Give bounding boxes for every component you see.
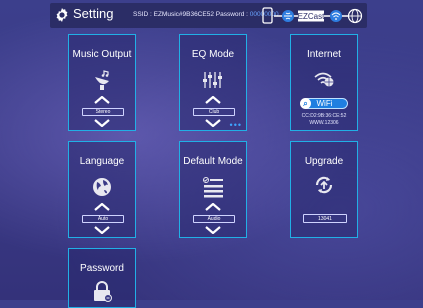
network-status-diagram: EZCast [262, 7, 363, 24]
page-title: Setting [73, 6, 114, 21]
card-label: Default Mode [183, 156, 243, 167]
list-icon [203, 177, 223, 198]
more-dots-icon: ••• [229, 120, 242, 130]
search-icon: ⌕ [300, 98, 311, 109]
card-eq-mode[interactable]: EQ Mode Club ••• [179, 34, 247, 131]
chevron-up-icon[interactable] [94, 203, 110, 211]
card-language[interactable]: Language Auto [68, 141, 136, 238]
chevron-down-icon[interactable] [205, 119, 221, 127]
card-internet[interactable]: Internet ⌕ WiFi CC:D2:9B:36:CE:52 WWW.12… [290, 34, 358, 131]
satellite-music-icon [95, 70, 109, 90]
ssid-label: SSID : [133, 11, 152, 18]
wifi-button[interactable]: ⌕ WiFi [300, 98, 348, 109]
eq-mode-value: Club [193, 108, 235, 116]
card-label: Upgrade [304, 156, 344, 167]
default-mode-value: Audio [193, 215, 235, 223]
card-password[interactable]: Password [68, 248, 136, 308]
card-label: EQ Mode [191, 49, 235, 60]
upgrade-icon [315, 176, 333, 194]
wifi-globe-icon [314, 72, 334, 87]
chevron-down-icon[interactable] [94, 119, 110, 127]
ezcast-logo: EZCast [298, 12, 325, 21]
card-label: Internet [307, 49, 341, 60]
card-default-mode[interactable]: Default Mode Audio [179, 141, 247, 238]
password-label: Password : [215, 11, 248, 18]
version-box: 13041 [303, 214, 347, 223]
chevron-up-icon[interactable] [205, 203, 221, 211]
card-label: Language [79, 156, 125, 167]
wifi-button-label: WiFi [316, 99, 333, 108]
chevron-up-icon[interactable] [94, 96, 110, 104]
globe-icon [93, 178, 111, 196]
language-value: Auto [82, 215, 124, 223]
music-output-value: Stereo [82, 108, 124, 116]
top-bar: Setting SSID : EZMusic#9B36CE52 Password… [50, 3, 367, 28]
card-label: Password [80, 263, 124, 274]
card-upgrade[interactable]: Upgrade 13041 [290, 141, 358, 238]
chevron-up-icon[interactable] [205, 96, 221, 104]
gear-icon[interactable] [54, 7, 70, 23]
card-music-output[interactable]: Music Output Stereo [68, 34, 136, 131]
ssid-info: SSID : EZMusic#9B36CE52 Password : 00000… [133, 11, 279, 18]
equalizer-icon [203, 72, 222, 88]
ssid-value: EZMusic#9B36CE52 [153, 11, 214, 18]
card-label: Music Output [72, 49, 132, 60]
chevron-down-icon[interactable] [205, 226, 221, 234]
site-text: WWW.12306 [309, 120, 339, 126]
chevron-down-icon[interactable] [94, 226, 110, 234]
mac-address: CC:D2:9B:36:CE:52 [301, 113, 347, 119]
lock-icon [94, 281, 112, 302]
